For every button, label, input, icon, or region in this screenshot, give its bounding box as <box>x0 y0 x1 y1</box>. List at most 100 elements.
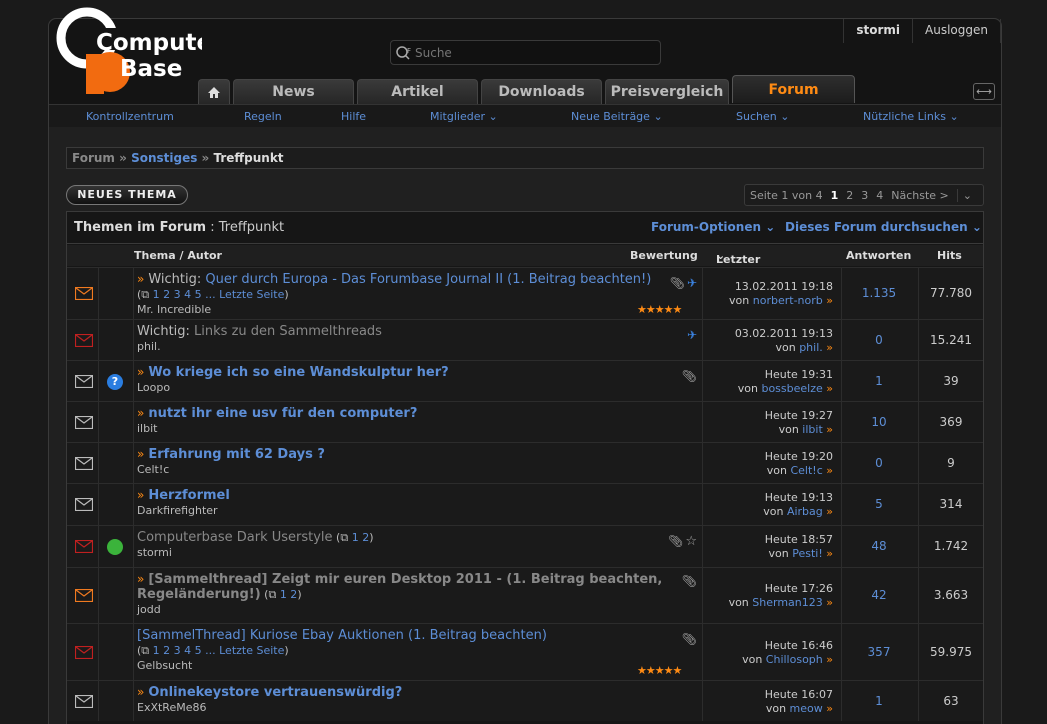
new-posts-arrow-icon[interactable]: » <box>137 365 144 379</box>
last-post-author[interactable]: Sherman123 <box>752 596 822 609</box>
reply-count[interactable]: 48 <box>841 539 917 553</box>
reply-count[interactable]: 1.135 <box>841 286 917 300</box>
search-box[interactable]: F <box>390 40 661 65</box>
tab-downloads[interactable]: Downloads <box>481 79 602 104</box>
subnav-neue-beitraege[interactable]: Neue Beiträge ⌄ <box>571 110 663 123</box>
reply-count[interactable]: 42 <box>841 588 917 602</box>
reply-count[interactable]: 1 <box>841 694 917 708</box>
thread-title-link[interactable]: Quer durch Europa - Das Forumbase Journa… <box>205 272 651 287</box>
forum-search-menu[interactable]: Dieses Forum durchsuchen ⌄ <box>785 220 982 234</box>
tab-news[interactable]: News <box>233 79 354 104</box>
last-post-author[interactable]: Celt!c <box>790 464 822 477</box>
last-post-author[interactable]: Airbag <box>787 505 823 518</box>
thread-title-link[interactable]: [Sammelthread] Zeigt mir euren Desktop 2… <box>137 572 662 602</box>
reply-count[interactable]: 10 <box>841 415 917 429</box>
thread-row[interactable]: » Erfahrung mit 62 Days ? Celt!c Heute 19:2… <box>67 442 983 483</box>
thread-row[interactable]: » [Sammelthread] Zeigt mir euren Desktop … <box>67 567 983 623</box>
reply-count[interactable]: 1 <box>841 374 917 388</box>
breadcrumb-forum[interactable]: Forum <box>72 151 115 165</box>
go-to-last-post-icon[interactable]: » <box>826 547 833 560</box>
last-post-author[interactable]: norbert-norb <box>753 294 823 307</box>
thread-row[interactable]: » Onlinekeystore vertrauenswürdig? ExXtReM… <box>67 680 983 721</box>
subnav-suchen[interactable]: Suchen ⌄ <box>736 110 789 123</box>
thread-author[interactable]: Celt!c <box>137 463 702 476</box>
logout-link[interactable]: Ausloggen <box>913 19 1001 43</box>
thread-author[interactable]: Loopo <box>137 381 702 394</box>
thread-title-link[interactable]: Erfahrung mit 62 Days ? <box>148 447 325 462</box>
reply-count[interactable]: 357 <box>841 645 917 659</box>
tab-artikel[interactable]: Artikel <box>357 79 478 104</box>
new-thread-button[interactable]: NEUES THEMA <box>66 185 188 205</box>
last-post-author[interactable]: Chillosoph <box>766 653 823 666</box>
col-bewertung[interactable]: Bewertung <box>630 249 698 262</box>
go-to-last-post-icon[interactable]: » <box>826 341 833 354</box>
thread-title-link[interactable]: Computerbase Dark Userstyle <box>137 530 333 545</box>
reply-count[interactable]: 0 <box>841 456 917 470</box>
thread-author[interactable]: phil. <box>137 340 702 353</box>
subnav-nuetzliche-links[interactable]: Nützliche Links ⌄ <box>863 110 959 123</box>
go-to-last-post-icon[interactable]: » <box>826 505 833 518</box>
thread-row[interactable]: » Wichtig: Quer durch Europa - Das Forumb… <box>67 267 983 319</box>
new-posts-arrow-icon[interactable]: » <box>137 406 144 420</box>
page-1[interactable]: 1 <box>831 189 839 202</box>
new-posts-arrow-icon[interactable]: » <box>137 572 144 586</box>
star-outline-icon[interactable]: ☆ <box>685 534 697 549</box>
thread-title-link[interactable]: nutzt ihr eine usv für den computer? <box>148 406 417 421</box>
last-post-author[interactable]: ilbit <box>802 423 822 436</box>
col-hits[interactable]: Hits <box>937 249 962 262</box>
thread-author[interactable]: stormi <box>137 546 702 559</box>
thread-author[interactable]: Mr. Incredible <box>137 303 702 316</box>
thread-row[interactable]: ? » Wo kriege ich so eine Wandskulptur her… <box>67 360 983 401</box>
go-to-last-post-icon[interactable]: » <box>826 596 833 609</box>
go-to-last-post-icon[interactable]: » <box>826 382 833 395</box>
thread-author[interactable]: jodd <box>137 603 702 616</box>
thread-title-link[interactable]: Onlinekeystore vertrauenswürdig? <box>148 685 402 700</box>
pager-dropdown[interactable]: ⌄ <box>956 188 972 202</box>
thread-row[interactable]: Computerbase Dark Userstyle (⧉ 1 2) storm… <box>67 525 983 567</box>
last-post-author[interactable]: meow <box>790 702 823 715</box>
tab-preisvergleich[interactable]: Preisvergleich <box>605 79 729 104</box>
new-posts-arrow-icon[interactable]: » <box>137 685 144 699</box>
reply-count[interactable]: 5 <box>841 497 917 511</box>
thread-row[interactable]: » Herzformel Darkfirefighter Heute 19:13 von… <box>67 483 983 525</box>
thread-author[interactable]: Darkfirefighter <box>137 504 702 517</box>
thread-page-links[interactable]: 1 2 3 4 5 ... Letzte Seite <box>153 288 285 301</box>
go-to-last-post-icon[interactable]: » <box>826 702 833 715</box>
col-letzter-beitrag[interactable]: Letzter Beitrag ⌄ <box>716 249 762 279</box>
col-thema[interactable]: Thema / Autor <box>134 249 222 262</box>
thread-title-link[interactable]: Wo kriege ich so eine Wandskulptur her? <box>148 365 448 380</box>
forum-options-menu[interactable]: Forum-Optionen ⌄ <box>651 220 775 234</box>
thread-row[interactable]: [SammelThread] Kuriose Ebay Auktionen (1… <box>67 623 983 680</box>
tab-forum[interactable]: Forum <box>732 75 855 103</box>
page-3[interactable]: 3 <box>861 189 868 202</box>
subnav-kontrollzentrum[interactable]: Kontrollzentrum <box>86 110 174 123</box>
thread-page-links[interactable]: 1 2 3 4 5 ... Letzte Seite <box>153 644 285 657</box>
thread-page-links[interactable]: 1 2 <box>280 588 298 601</box>
thread-author[interactable]: ExXtReMe86 <box>137 701 702 714</box>
last-post-author[interactable]: Pesti! <box>792 547 823 560</box>
next-page-link[interactable]: Nächste > <box>891 189 949 202</box>
last-post-author[interactable]: phil. <box>799 341 823 354</box>
reply-count[interactable]: 0 <box>841 333 917 347</box>
new-posts-arrow-icon[interactable]: » <box>137 447 144 461</box>
thread-page-links[interactable]: 1 2 <box>352 531 370 544</box>
thread-title-link[interactable]: Herzformel <box>148 488 230 503</box>
thread-author[interactable]: Gelbsucht <box>137 659 702 672</box>
thread-row[interactable]: Wichtig: Links zu den Sammelthreads phil.… <box>67 319 983 360</box>
page-2[interactable]: 2 <box>846 189 853 202</box>
thread-title-link[interactable]: [SammelThread] Kuriose Ebay Auktionen (1… <box>137 628 547 643</box>
go-to-last-post-icon[interactable]: » <box>826 423 833 436</box>
subnav-regeln[interactable]: Regeln <box>244 110 282 123</box>
col-antworten[interactable]: Antworten <box>846 249 911 262</box>
search-input[interactable] <box>415 45 645 60</box>
username-link[interactable]: stormi <box>844 19 914 43</box>
new-posts-arrow-icon[interactable]: » <box>137 272 144 286</box>
go-to-last-post-icon[interactable]: » <box>826 653 833 666</box>
page-4[interactable]: 4 <box>876 189 883 202</box>
thread-row[interactable]: » nutzt ihr eine usv für den computer? ilb… <box>67 401 983 442</box>
thread-author[interactable]: ilbit <box>137 422 702 435</box>
go-to-last-post-icon[interactable]: » <box>826 464 833 477</box>
expand-width-button[interactable]: ⟷ <box>973 83 995 100</box>
go-to-last-post-icon[interactable]: » <box>826 294 833 307</box>
subnav-mitglieder[interactable]: Mitglieder ⌄ <box>430 110 498 123</box>
